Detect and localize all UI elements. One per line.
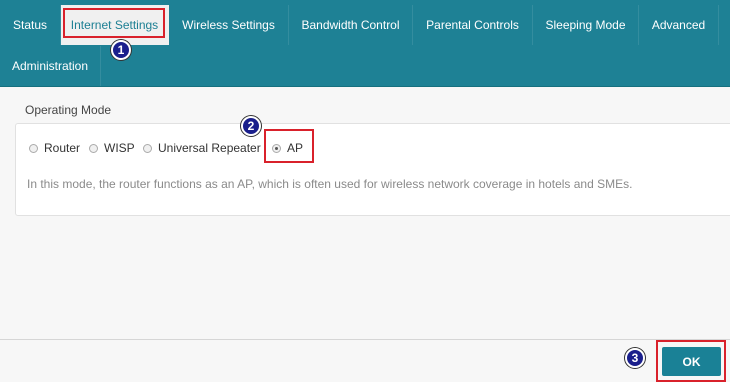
tab-sleeping-mode[interactable]: Sleeping Mode xyxy=(533,5,639,45)
footer-divider xyxy=(0,339,730,340)
operating-mode-panel xyxy=(15,123,730,216)
mode-label: AP xyxy=(287,141,304,155)
mode-universal-repeater-option[interactable]: Universal Repeater xyxy=(143,141,261,155)
top-navigation: Status Internet Settings Wireless Settin… xyxy=(0,0,730,87)
mode-router-option[interactable]: Router xyxy=(29,141,80,155)
tab-status[interactable]: Status xyxy=(0,5,61,45)
tab-advanced[interactable]: Advanced xyxy=(639,5,719,45)
tab-parental-controls[interactable]: Parental Controls xyxy=(413,5,533,45)
mode-ap-option[interactable]: AP xyxy=(272,141,303,155)
radio-button[interactable] xyxy=(29,144,38,154)
mode-wisp-option[interactable]: WISP xyxy=(89,141,135,155)
ok-button[interactable]: OK xyxy=(662,347,721,376)
mode-description: In this mode, the router functions as an… xyxy=(27,177,633,191)
tab-wireless-settings[interactable]: Wireless Settings xyxy=(169,5,289,45)
radio-button[interactable] xyxy=(89,144,98,154)
mode-label: Router xyxy=(44,141,81,155)
tab-internet-settings[interactable]: Internet Settings xyxy=(61,5,169,45)
radio-button[interactable] xyxy=(143,144,152,154)
tab-bandwidth-control[interactable]: Bandwidth Control xyxy=(289,5,413,45)
mode-label: WISP xyxy=(104,141,135,155)
section-title: Operating Mode xyxy=(25,103,112,117)
mode-label: Universal Repeater xyxy=(158,141,261,155)
radio-button-selected[interactable] xyxy=(272,144,281,154)
tab-administration[interactable]: Administration xyxy=(0,46,101,86)
